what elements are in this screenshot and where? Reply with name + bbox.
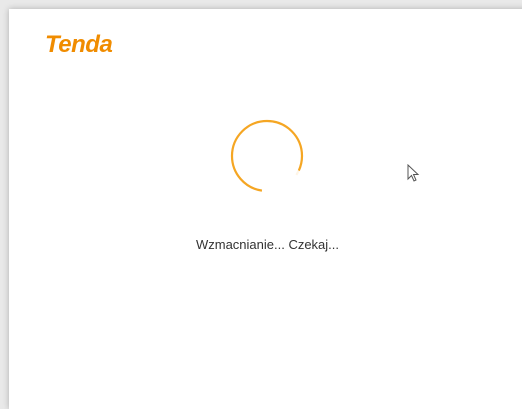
mouse-pointer-icon xyxy=(407,164,420,182)
loading-spinner-icon xyxy=(230,119,304,193)
loading-message: Wzmacnianie... Czekaj... xyxy=(195,237,340,252)
spinner-arc xyxy=(230,119,304,193)
loading-panel: Tenda Wzmacnianie... Czekaj... xyxy=(9,9,522,409)
tenda-logo: Tenda xyxy=(45,31,113,59)
tenda-logo-text: Tenda xyxy=(45,31,113,58)
